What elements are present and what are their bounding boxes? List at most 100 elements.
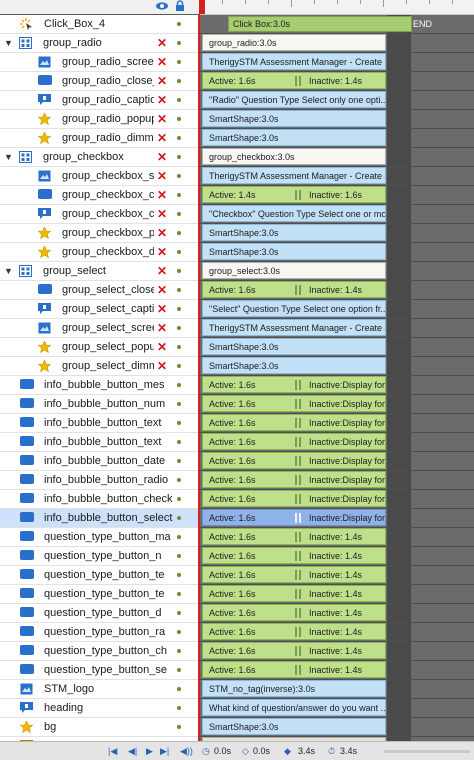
- layer-name-cell[interactable]: group_checkbox_clo ✕: [0, 186, 199, 205]
- pause-marker-icon[interactable]: [295, 665, 301, 675]
- timeline-bar[interactable]: "Checkbox" Question Type Select one or m…: [202, 205, 386, 222]
- hidden-x-icon[interactable]: ✕: [156, 111, 168, 127]
- zoom-slider[interactable]: [384, 750, 470, 753]
- lock-dot-icon[interactable]: [177, 649, 181, 653]
- lock-dot-icon[interactable]: [177, 136, 181, 140]
- layer-name-cell[interactable]: question_type_button_te: [0, 566, 199, 585]
- timeline-bar[interactable]: SmartShape:3.0s: [202, 110, 386, 127]
- layer-row[interactable]: ▼ group_checkbox ✕ group_checkbox:3.0s: [0, 148, 474, 167]
- pause-marker-icon[interactable]: [295, 627, 301, 637]
- hidden-x-icon[interactable]: ✕: [156, 92, 168, 108]
- layer-row[interactable]: group_checkbox_clo ✕ Active: 1.4s Inactive:…: [0, 186, 474, 205]
- layer-row[interactable]: question_type_button_ch Active: 1.6s Inact…: [0, 642, 474, 661]
- lock-dot-icon[interactable]: [177, 212, 181, 216]
- timeline-bar[interactable]: SmartShape:3.0s: [202, 129, 386, 146]
- hidden-x-icon[interactable]: ✕: [156, 149, 168, 165]
- timeline-bar[interactable]: "Select" Question Type Select one option…: [202, 300, 386, 317]
- lock-dot-icon[interactable]: [177, 60, 181, 64]
- lock-dot-icon[interactable]: [177, 573, 181, 577]
- timeline-bar[interactable]: TherigySTM Assessment Manager - Create a…: [202, 53, 386, 70]
- pause-marker-icon[interactable]: [295, 475, 301, 485]
- layer-row[interactable]: question_type_button_d Active: 1.6s Inacti…: [0, 604, 474, 623]
- timeline-bar[interactable]: Active: 1.6s Inactive: 1.4s: [202, 604, 386, 621]
- timeline-bar[interactable]: group_select:3.0s: [202, 262, 386, 279]
- layer-name-cell[interactable]: question_type_button_ch: [0, 642, 199, 661]
- layer-row[interactable]: bg SmartShape:3.0s: [0, 718, 474, 737]
- layer-row[interactable]: group_checkbox_po ✕ SmartShape:3.0s: [0, 224, 474, 243]
- layer-row[interactable]: group_select_screens✕ TherigySTM Assessme…: [0, 319, 474, 338]
- lock-dot-icon[interactable]: [177, 364, 181, 368]
- layer-name-cell[interactable]: info_bubble_button_text: [0, 433, 199, 452]
- hidden-x-icon[interactable]: ✕: [156, 225, 168, 241]
- timeline-bar[interactable]: Active: 1.4s Inactive: 1.6s: [202, 186, 386, 203]
- hidden-x-icon[interactable]: ✕: [156, 35, 168, 51]
- audio-icon[interactable]: ◀)): [180, 745, 193, 757]
- pause-marker-icon[interactable]: [295, 570, 301, 580]
- pause-marker-icon[interactable]: [295, 646, 301, 656]
- lock-dot-icon[interactable]: [177, 592, 181, 596]
- timeline-bar[interactable]: Active: 1.6s Inactive: 1.4s: [202, 642, 386, 659]
- layer-row[interactable]: group_select_dimmer✕ SmartShape:3.0s: [0, 357, 474, 376]
- pause-marker-icon[interactable]: [295, 608, 301, 618]
- play-icon[interactable]: ▶: [146, 745, 153, 757]
- layer-row[interactable]: group_radio_popup ✕ SmartShape:3.0s: [0, 110, 474, 129]
- pause-marker-icon[interactable]: [295, 418, 301, 428]
- layer-name-cell[interactable]: question_type_button_d: [0, 604, 199, 623]
- layer-row[interactable]: group_checkbox_di ✕ SmartShape:3.0s: [0, 243, 474, 262]
- timeline-ruler[interactable]: [199, 0, 474, 15]
- lock-icon[interactable]: [173, 0, 187, 14]
- lock-dot-icon[interactable]: [177, 22, 181, 26]
- layer-row[interactable]: info_bubble_button_text Active: 1.6s Inact…: [0, 433, 474, 452]
- layer-name-cell[interactable]: info_bubble_button_text: [0, 414, 199, 433]
- lock-dot-icon[interactable]: [177, 174, 181, 178]
- layer-name-cell[interactable]: info_bubble_button_radio: [0, 471, 199, 490]
- layer-name-cell[interactable]: group_checkbox_di ✕: [0, 243, 199, 262]
- layer-name-cell[interactable]: group_checkbox_capt✕: [0, 205, 199, 224]
- layer-row[interactable]: info_bubble_button_num Active: 1.6s Inacti…: [0, 395, 474, 414]
- layer-row[interactable]: group_radio_screens✕ TherigySTM Assessmen…: [0, 53, 474, 72]
- timeline-bar[interactable]: What kind of question/answer do you want…: [202, 699, 386, 716]
- timeline-bar[interactable]: "Radio" Question Type Select only one op…: [202, 91, 386, 108]
- lock-dot-icon[interactable]: [177, 326, 181, 330]
- timeline-bar[interactable]: Active: 1.6s Inactive: 1.4s: [202, 585, 386, 602]
- layer-name-cell[interactable]: group_select_close_ ✕: [0, 281, 199, 300]
- timeline-bar[interactable]: STM_no_tag(inverse):3.0s: [202, 680, 386, 697]
- lock-dot-icon[interactable]: [177, 250, 181, 254]
- hidden-x-icon[interactable]: ✕: [156, 263, 168, 279]
- lock-dot-icon[interactable]: [177, 155, 181, 159]
- layer-row[interactable]: group_select_caption✕ "Select" Question T…: [0, 300, 474, 319]
- pause-marker-icon[interactable]: [295, 513, 301, 523]
- click-box-bar[interactable]: Click Box:3.0s: [228, 16, 412, 32]
- layer-row[interactable]: STM_logo STM_no_tag(inverse):3.0s: [0, 680, 474, 699]
- hidden-x-icon[interactable]: ✕: [156, 168, 168, 184]
- timeline-bar[interactable]: SmartShape:3.0s: [202, 338, 386, 355]
- layer-row[interactable]: info_bubble_button_text Active: 1.6s Inact…: [0, 414, 474, 433]
- timeline-bar[interactable]: Active: 1.6s Inactive:Display for the...: [202, 452, 386, 469]
- layer-row[interactable]: question_type_button_n Active: 1.6s Inacti…: [0, 547, 474, 566]
- timeline-bar[interactable]: Active: 1.6s Inactive:Display for the...: [202, 376, 386, 393]
- lock-dot-icon[interactable]: [177, 383, 181, 387]
- timeline-bar[interactable]: Active: 1.6s Inactive:Display for the...: [202, 509, 386, 526]
- eye-icon[interactable]: [155, 0, 169, 14]
- pause-marker-icon[interactable]: [295, 437, 301, 447]
- layer-name-cell[interactable]: question_type_button_n: [0, 547, 199, 566]
- timeline-bar[interactable]: SmartShape:3.0s: [202, 224, 386, 241]
- layer-name-cell[interactable]: info_bubble_button_check: [0, 490, 199, 509]
- pause-marker-icon[interactable]: [295, 494, 301, 504]
- lock-dot-icon[interactable]: [177, 554, 181, 558]
- lock-dot-icon[interactable]: [177, 269, 181, 273]
- layer-row[interactable]: info_bubble_button_date Active: 1.6s Inact…: [0, 452, 474, 471]
- timeline-bar[interactable]: Active: 1.6s Inactive: 1.4s: [202, 566, 386, 583]
- expand-toggle-icon[interactable]: ▼: [4, 37, 14, 49]
- timeline-bar[interactable]: Active: 1.6s Inactive: 1.4s: [202, 623, 386, 640]
- layer-row[interactable]: group_select_popup ✕ SmartShape:3.0s: [0, 338, 474, 357]
- layer-row[interactable]: question_type_button_te Active: 1.6s Inact…: [0, 566, 474, 585]
- lock-dot-icon[interactable]: [177, 307, 181, 311]
- layer-name-cell[interactable]: group_checkbox_po ✕: [0, 224, 199, 243]
- layer-row[interactable]: Click_Box_4 Click Box:3.0s END: [0, 15, 474, 34]
- timeline-bar[interactable]: Active: 1.6s Inactive:Display for the...: [202, 395, 386, 412]
- layer-row[interactable]: ▼ group_select ✕ group_select:3.0s: [0, 262, 474, 281]
- timeline-bar[interactable]: Active: 1.6s Inactive: 1.4s: [202, 661, 386, 678]
- layer-name-cell[interactable]: ▼ group_select ✕: [0, 262, 199, 281]
- layer-row[interactable]: group_select_close_ ✕ Active: 1.6s Inactive…: [0, 281, 474, 300]
